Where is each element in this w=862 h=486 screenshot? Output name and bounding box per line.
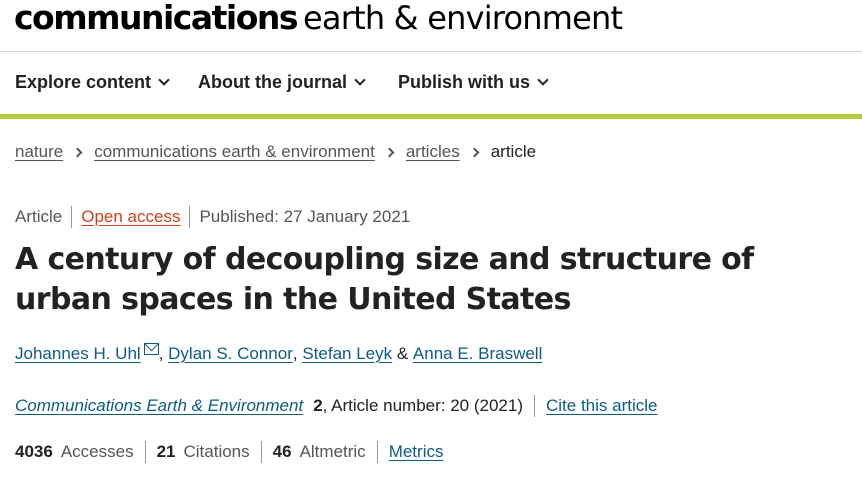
altmetric-label: Altmetric xyxy=(299,442,366,461)
metrics-link[interactable]: Metrics xyxy=(389,442,444,462)
nav-item-label: Publish with us xyxy=(398,72,531,92)
author-separator: , xyxy=(158,344,169,363)
breadcrumb-current: article xyxy=(490,142,537,161)
breadcrumb: nature communications earth & environmen… xyxy=(15,142,536,162)
author-list: Johannes H. Uhl , Dylan S. Connor , Stef… xyxy=(15,343,542,364)
article-meta: Article Open access Published: 27 Januar… xyxy=(15,206,410,228)
accesses-label: Accesses xyxy=(60,442,134,461)
altmetric-count: 46 xyxy=(272,442,292,461)
citation-line: Communications Earth & Environment 2 , A… xyxy=(15,395,657,417)
author-link[interactable]: Dylan S. Connor xyxy=(168,344,293,364)
logo-bold-text: communications xyxy=(14,0,299,37)
open-access-link[interactable]: Open access xyxy=(81,207,180,227)
chevron-right-icon xyxy=(72,147,83,157)
chevron-down-icon xyxy=(158,74,170,86)
article-type: Article xyxy=(15,207,63,226)
nav-explore-content[interactable]: Explore content xyxy=(15,72,170,93)
metrics-divider xyxy=(144,441,146,463)
published-date: Published: 27 January 2021 xyxy=(199,207,411,226)
nav-about-journal[interactable]: About the journal xyxy=(198,72,366,93)
metrics-divider xyxy=(376,441,378,463)
chevron-down-icon xyxy=(537,74,549,86)
email-icon[interactable] xyxy=(143,343,159,355)
accent-bar xyxy=(0,114,862,119)
chevron-right-icon xyxy=(469,147,480,157)
author-link[interactable]: Stefan Leyk xyxy=(302,344,392,364)
breadcrumb-journal[interactable]: communications earth & environment xyxy=(94,142,375,162)
breadcrumb-articles[interactable]: articles xyxy=(406,142,460,162)
nav-item-label: Explore content xyxy=(15,72,152,92)
journal-link[interactable]: Communications Earth & Environment xyxy=(15,396,303,416)
author-separator: , xyxy=(292,344,303,363)
nav-publish-with-us[interactable]: Publish with us xyxy=(398,72,549,93)
author-link[interactable]: Johannes H. Uhl xyxy=(15,344,141,364)
article-metrics: 4036 Accesses 21 Citations 46 Altmetric … xyxy=(15,441,443,463)
author-link[interactable]: Anna E. Braswell xyxy=(413,344,542,364)
author-separator: & xyxy=(392,344,413,363)
breadcrumb-nature[interactable]: nature xyxy=(15,142,63,162)
main-nav: Explore content About the journal Publis… xyxy=(0,52,862,114)
citations-label: Citations xyxy=(183,442,250,461)
site-header: communications earth & environment xyxy=(0,0,862,46)
meta-divider xyxy=(71,206,73,228)
volume-number: 2 xyxy=(313,396,323,415)
logo-light-text: earth & environment xyxy=(303,0,623,37)
citations-count: 21 xyxy=(156,442,176,461)
nav-item-label: About the journal xyxy=(198,72,347,92)
cite-this-article-link[interactable]: Cite this article xyxy=(546,396,657,416)
chevron-right-icon xyxy=(384,147,395,157)
article-title: A century of decoupling size and structu… xyxy=(15,242,754,317)
citation-divider xyxy=(533,395,535,417)
meta-divider xyxy=(189,206,191,228)
journal-logo[interactable]: communications earth & environment xyxy=(14,0,623,46)
accesses-count: 4036 xyxy=(15,442,53,461)
chevron-down-icon xyxy=(354,74,366,86)
article-number: , Article number: 20 (2021) xyxy=(322,396,523,415)
metrics-divider xyxy=(260,441,262,463)
